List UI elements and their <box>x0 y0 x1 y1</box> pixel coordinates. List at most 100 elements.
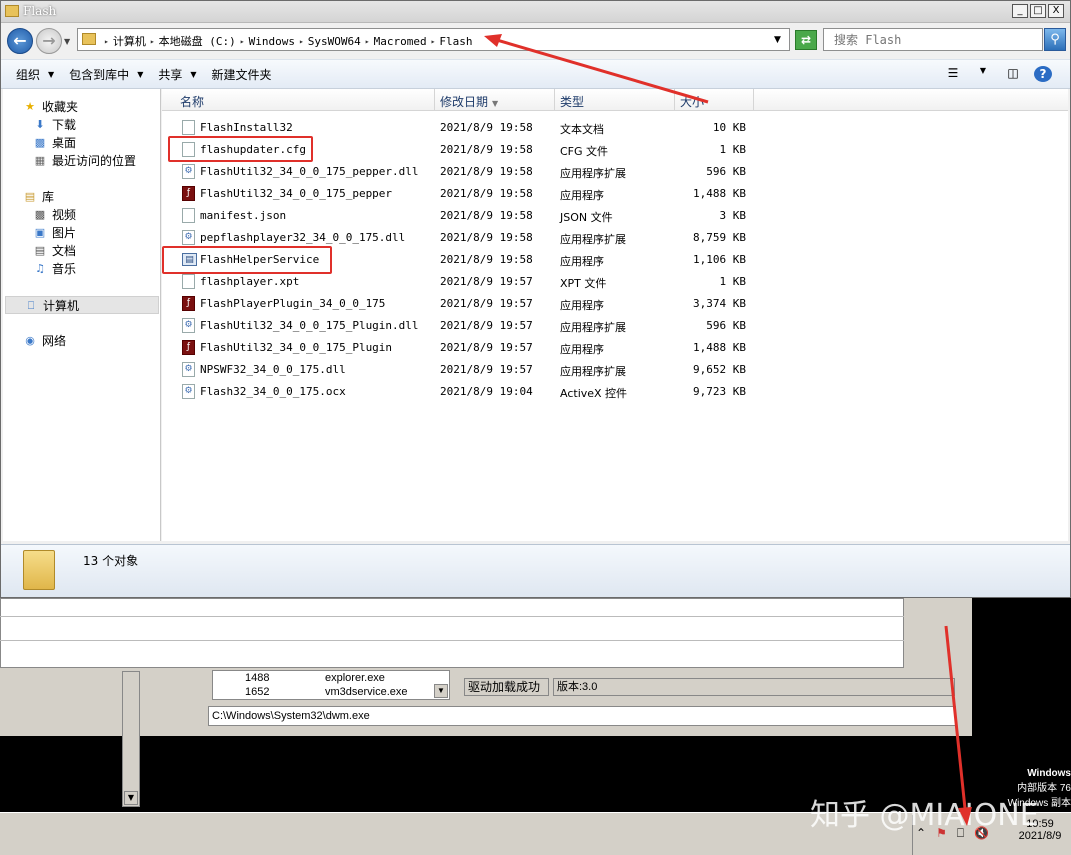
file-date: 2021/8/9 19:58 <box>440 209 533 222</box>
breadcrumb-item[interactable]: Flash <box>439 35 472 48</box>
preview-pane-icon[interactable]: ◫ <box>1004 66 1022 82</box>
path-field[interactable]: C:\Windows\System32\dwm.exe <box>208 706 956 726</box>
table-row[interactable]: ⚙ NPSWF32_34_0_0_175.dll 2021/8/9 19:57 应用程… <box>162 359 1068 381</box>
maximize-button[interactable]: □ <box>1030 4 1046 18</box>
file-type: ActiveX 控件 <box>560 387 628 400</box>
forward-button[interactable]: → <box>36 28 62 54</box>
table-row[interactable]: ⚙ FlashUtil32_34_0_0_175_pepper.dll 2021/8… <box>162 161 1068 183</box>
new-folder-button[interactable]: 新建文件夹 <box>212 66 272 83</box>
nav-item-network[interactable]: ◉ 网络 <box>23 332 66 349</box>
breadcrumb-item[interactable]: 本地磁盘 (C:) <box>159 33 236 49</box>
flash-file-icon: ƒ <box>182 296 195 311</box>
details-pane: 13 个对象 <box>1 544 1070 597</box>
back-button[interactable]: ← <box>7 28 33 54</box>
file-name: FlashPlayerPlugin_34_0_0_175 <box>200 297 386 310</box>
highlight-box-flashupdater <box>168 136 313 162</box>
background-panel <box>0 598 904 668</box>
file-size: 9,723 KB <box>693 385 746 398</box>
nav-libraries[interactable]: ▤ 库 <box>23 188 54 205</box>
refresh-button[interactable]: ⇄ <box>795 30 817 50</box>
file-type: 应用程序扩展 <box>560 167 626 180</box>
column-modified[interactable]: 修改日期 ▼ <box>440 93 498 110</box>
chevron-right-icon[interactable]: ▸ <box>150 37 155 46</box>
chevron-right-icon[interactable]: ▸ <box>104 37 109 46</box>
chevron-right-icon[interactable]: ▸ <box>299 37 304 46</box>
share-button[interactable]: 共享 ▼ <box>158 66 196 83</box>
title-bar[interactable]: Flash _ □ X <box>1 1 1070 23</box>
desktop-icon: ▩ <box>34 136 46 149</box>
table-row[interactable]: ƒ FlashUtil32_34_0_0_175_Plugin 2021/8/9 1… <box>162 337 1068 359</box>
file-type: 应用程序扩展 <box>560 233 626 246</box>
file-size: 8,759 KB <box>693 231 746 244</box>
scroll-down-icon[interactable]: ▼ <box>434 684 448 698</box>
window-title: Flash <box>23 4 57 18</box>
minimize-button[interactable]: _ <box>1012 4 1028 18</box>
computer-icon: ⎕ <box>27 298 35 312</box>
column-resizer[interactable] <box>434 89 435 111</box>
column-name[interactable]: 名称 <box>180 93 204 110</box>
file-date: 2021/8/9 19:57 <box>440 297 533 310</box>
chevron-right-icon[interactable]: ▸ <box>240 37 245 46</box>
nav-item-documents[interactable]: ▤ 文档 <box>33 242 76 259</box>
table-row[interactable]: ⚙ Flash32_34_0_0_175.ocx 2021/8/9 19:04 Act… <box>162 381 1068 403</box>
table-row[interactable]: ƒ FlashUtil32_34_0_0_175_pepper 2021/8/9 1… <box>162 183 1068 205</box>
table-row[interactable]: ⚙ FlashUtil32_34_0_0_175_Plugin.dll 2021/8… <box>162 315 1068 337</box>
address-bar[interactable]: ▸ 计算机 ▸ 本地磁盘 (C:) ▸ Windows ▸ SysWOW64 ▸… <box>77 28 790 51</box>
file-size: 1,488 KB <box>693 341 746 354</box>
file-type: 应用程序 <box>560 189 604 202</box>
search-input[interactable] <box>824 29 1042 50</box>
scrollbar[interactable]: ▼ <box>122 671 140 807</box>
breadcrumb-item[interactable]: SysWOW64 <box>308 35 361 48</box>
file-size: 3 KB <box>719 209 747 222</box>
breadcrumb-item[interactable]: 计算机 <box>113 33 146 49</box>
file-name: pepflashplayer32_34_0_0_175.dll <box>200 231 406 244</box>
nav-item-downloads[interactable]: ⬇ 下载 <box>33 116 76 133</box>
column-type[interactable]: 类型 <box>560 93 584 110</box>
nav-item-pictures[interactable]: ▣ 图片 <box>33 224 76 241</box>
file-date: 2021/8/9 19:58 <box>440 143 533 156</box>
address-dropdown-icon[interactable]: ▼ <box>774 35 781 45</box>
nav-item-music[interactable]: ♫ 音乐 <box>33 260 76 277</box>
file-date: 2021/8/9 19:57 <box>440 363 533 376</box>
divider <box>0 616 904 617</box>
search-icon[interactable]: ⚲ <box>1044 28 1066 51</box>
help-icon[interactable]: ? <box>1034 66 1052 82</box>
version-label: 版本:3.0 <box>553 678 955 696</box>
column-resizer[interactable] <box>674 89 675 111</box>
chevron-down-icon[interactable]: ▼ <box>974 66 992 82</box>
music-icon: ♫ <box>35 262 45 275</box>
dll-file-icon: ⚙ <box>182 230 195 245</box>
file-type: 应用程序扩展 <box>560 321 626 334</box>
view-options-icon[interactable]: ☰ <box>944 66 962 82</box>
scroll-down-icon[interactable]: ▼ <box>124 791 138 805</box>
breadcrumb-item[interactable]: Macromed <box>374 35 427 48</box>
recent-pages-dropdown-icon[interactable]: ▼ <box>64 37 70 46</box>
list-item[interactable]: 1488 explorer.exe <box>213 672 433 686</box>
table-row[interactable]: manifest.json 2021/8/9 19:58 JSON 文件 3 KB <box>162 205 1068 227</box>
breadcrumb-item[interactable]: Windows <box>249 35 295 48</box>
column-size[interactable]: 大小 <box>680 93 704 110</box>
nav-item-desktop[interactable]: ▩ 桌面 <box>33 134 76 151</box>
list-item[interactable]: 1652 vm3dservice.exe <box>213 686 433 700</box>
file-size: 3,374 KB <box>693 297 746 310</box>
process-list[interactable]: 1488 explorer.exe 1652 vm3dservice.exe ▼ <box>212 670 450 700</box>
chevron-right-icon[interactable]: ▸ <box>365 37 370 46</box>
command-bar: 组织 ▼ 包含到库中 ▼ 共享 ▼ 新建文件夹 ☰ ▼ ◫ ? <box>1 59 1070 89</box>
nav-favorites[interactable]: ★ 收藏夹 <box>23 98 78 115</box>
nav-item-computer[interactable]: ⎕ 计算机 <box>5 296 159 314</box>
chevron-down-icon: ▼ <box>137 69 144 79</box>
network-icon: ◉ <box>25 334 35 347</box>
column-resizer[interactable] <box>554 89 555 111</box>
search-box[interactable] <box>823 28 1043 51</box>
nav-item-recent-places[interactable]: ▦ 最近访问的位置 <box>33 152 136 169</box>
table-row[interactable]: ƒ FlashPlayerPlugin_34_0_0_175 2021/8/9 19… <box>162 293 1068 315</box>
table-row[interactable]: flashplayer.xpt 2021/8/9 19:57 XPT 文件 1 KB <box>162 271 1068 293</box>
close-button[interactable]: X <box>1048 4 1064 18</box>
organize-button[interactable]: 组织 ▼ <box>16 66 54 83</box>
file-name: flashplayer.xpt <box>200 275 300 288</box>
watermark-text: 知乎 @MIAIONE <box>810 798 1039 833</box>
include-in-library-button[interactable]: 包含到库中 ▼ <box>69 66 143 83</box>
chevron-right-icon[interactable]: ▸ <box>431 37 436 46</box>
nav-item-videos[interactable]: ▩ 视频 <box>33 206 76 223</box>
column-resizer[interactable] <box>753 89 754 111</box>
